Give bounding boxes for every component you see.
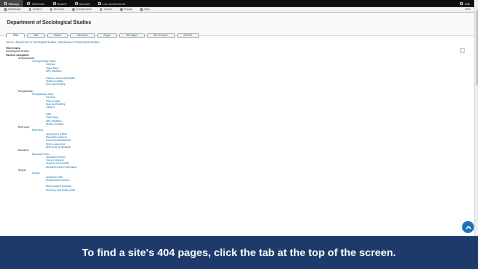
tray-label: Groups xyxy=(103,8,113,11)
primary-tabs: View Edit Delete Revisions Pages 404 pag… xyxy=(6,33,199,38)
tray-edit-link[interactable]: Edit xyxy=(462,8,474,11)
tray-item-help[interactable]: Help xyxy=(136,8,153,11)
search-icon xyxy=(52,2,56,5)
tab-view[interactable]: View xyxy=(6,33,26,38)
tab-rebuild[interactable]: Rebuild xyxy=(176,33,199,38)
chevron-up-icon xyxy=(465,225,471,229)
user-icon xyxy=(74,2,78,5)
caption-text: To find a site's 404 pages, click the ta… xyxy=(82,246,396,259)
search-menu[interactable]: Search xyxy=(49,0,71,7)
search-label: Search xyxy=(57,1,67,6)
main-content: Home » Department of Sociological Studie… xyxy=(6,41,466,192)
tab-revisions[interactable]: Revisions xyxy=(70,33,95,38)
node-meta: Short name Sociological Studies Section … xyxy=(6,47,466,57)
admin-edit-link[interactable]: Edit xyxy=(456,0,474,7)
tab-edit[interactable]: Edit xyxy=(27,33,46,38)
page-scrollbar[interactable] xyxy=(474,0,478,269)
tray-label: Configuration xyxy=(76,8,92,11)
groups-icon xyxy=(99,8,103,11)
admin-toolbar: Manage Shortcuts Search Account Live env… xyxy=(0,0,474,7)
tray-edit-label: Edit xyxy=(465,8,470,11)
manage-menu[interactable]: Manage xyxy=(0,0,24,7)
tree-link[interactable]: Honorary and visiting staff xyxy=(6,189,466,192)
people-icon xyxy=(120,8,123,11)
structure-icon xyxy=(49,8,53,11)
breadcrumb[interactable]: Home » Department of Sociological Studie… xyxy=(6,41,466,44)
admin-edit-label: Edit xyxy=(464,1,470,6)
caption-bar: To find a site's 404 pages, click the ta… xyxy=(0,236,478,269)
menu-icon xyxy=(4,2,7,5)
environment-label: Live environment xyxy=(102,1,126,6)
environment-menu[interactable]: Live environment xyxy=(94,0,129,7)
tray-label: Content xyxy=(32,8,42,11)
back-to-top-button[interactable] xyxy=(462,221,474,233)
tab-pages[interactable]: Pages xyxy=(96,33,118,38)
tray-item-content[interactable]: Content xyxy=(25,8,46,11)
tab-site-structure[interactable]: Site structure xyxy=(146,33,175,38)
tray-item-configuration[interactable]: Configuration xyxy=(68,8,95,11)
account-label: Account xyxy=(79,1,90,6)
manage-label: Manage xyxy=(8,1,20,6)
wrench-icon xyxy=(72,8,75,11)
tray-item-structure[interactable]: Structure xyxy=(46,8,69,11)
shortcuts-menu[interactable]: Shortcuts xyxy=(23,0,48,7)
help-icon xyxy=(140,8,143,11)
environment-icon xyxy=(97,2,101,5)
tab-404-pages[interactable]: 404 pages xyxy=(119,33,145,38)
tray-item-people[interactable]: People xyxy=(116,8,136,11)
pencil-icon xyxy=(460,2,464,5)
tray-label: Dashboard xyxy=(8,8,21,11)
tray-label: Structure xyxy=(53,8,65,11)
shortcuts-label: Shortcuts xyxy=(31,1,45,6)
dashboard-icon xyxy=(4,8,7,11)
tab-delete[interactable]: Delete xyxy=(47,33,69,38)
tray-label: Help xyxy=(144,8,150,11)
content-icon xyxy=(28,8,32,11)
tray-item-groups[interactable]: Groups xyxy=(96,8,117,11)
tray-label: People xyxy=(124,8,133,11)
star-icon xyxy=(27,2,31,5)
tray-item-dashboard[interactable]: Dashboard xyxy=(0,8,25,11)
section-tree: Undergraduate Undergraduate Study Course… xyxy=(6,57,466,192)
account-menu[interactable]: Account xyxy=(71,0,94,7)
page-title: Department of Sociological Studies xyxy=(7,20,92,26)
